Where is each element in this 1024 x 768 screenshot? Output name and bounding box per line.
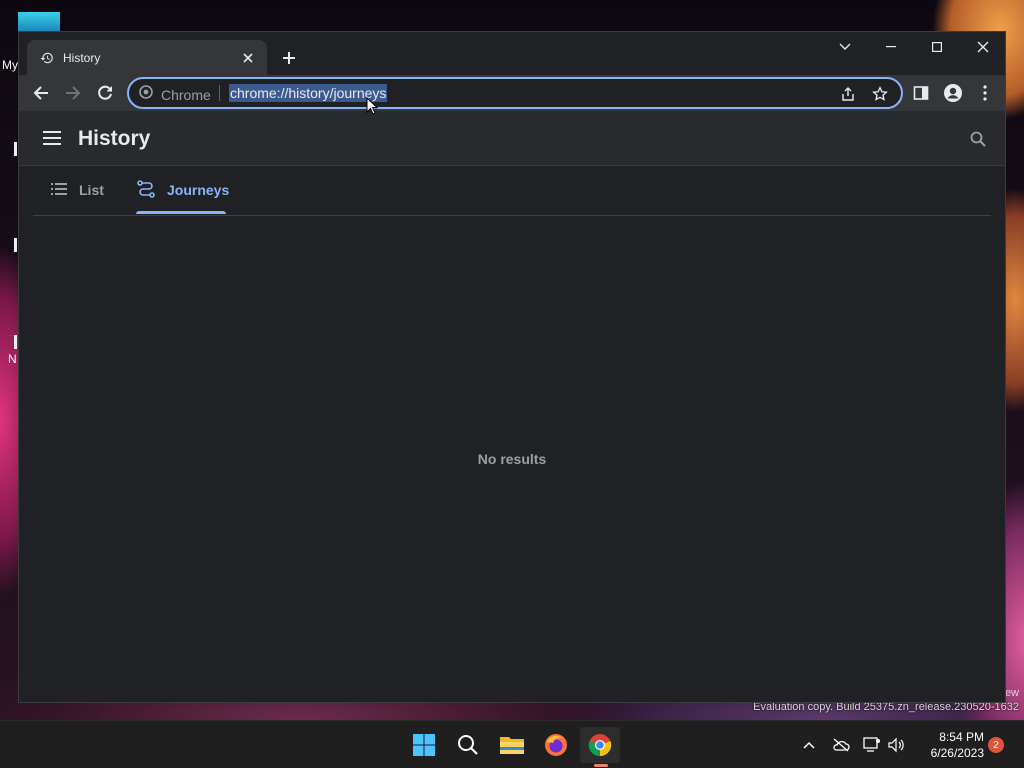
page-title: History xyxy=(78,127,151,150)
minimize-button[interactable] xyxy=(868,32,914,62)
side-panel-icon[interactable] xyxy=(907,79,935,107)
browser-window: History Chrome chrome://history/journeys… xyxy=(18,31,1006,703)
toolbar: Chrome chrome://history/journeys xyxy=(19,75,1005,111)
desktop-icon-fragment xyxy=(14,238,17,252)
desktop-label-fragment: ew xyxy=(1004,687,1019,699)
notification-badge[interactable]: 2 xyxy=(988,737,1004,753)
chrome-icon xyxy=(139,85,153,104)
close-window-button[interactable] xyxy=(960,32,1006,62)
back-button[interactable] xyxy=(27,79,55,107)
close-tab-icon[interactable] xyxy=(239,49,257,67)
tab-title: History xyxy=(63,50,101,65)
volume-icon[interactable] xyxy=(884,733,908,757)
desktop-label-fragment: N xyxy=(8,352,17,366)
search-icon[interactable] xyxy=(967,128,989,150)
network-icon[interactable] xyxy=(860,733,884,757)
tab-list-label: List xyxy=(79,182,104,198)
system-clock[interactable]: 8:54 PM 6/26/2023 xyxy=(912,729,984,761)
more-menu-icon[interactable] xyxy=(971,79,999,107)
site-chip-label: Chrome xyxy=(161,86,211,103)
site-chip[interactable]: Chrome xyxy=(139,85,211,104)
maximize-button[interactable] xyxy=(914,32,960,62)
show-hidden-icons-icon[interactable] xyxy=(797,733,821,757)
journeys-icon xyxy=(137,179,155,201)
chrome-icon[interactable] xyxy=(580,727,620,763)
forward-button[interactable] xyxy=(59,79,87,107)
firefox-icon[interactable] xyxy=(536,727,576,763)
file-explorer-icon[interactable] xyxy=(492,727,532,763)
menu-icon[interactable] xyxy=(43,128,63,148)
list-icon xyxy=(51,182,67,198)
page-header: History xyxy=(19,111,1005,166)
onedrive-offline-icon[interactable] xyxy=(829,733,853,757)
search-icon[interactable] xyxy=(448,727,488,763)
address-bar[interactable]: Chrome chrome://history/journeys xyxy=(127,77,903,109)
start-icon[interactable] xyxy=(404,727,444,763)
mouse-cursor-icon xyxy=(366,96,379,120)
tab-list[interactable]: List xyxy=(51,166,104,214)
taskbar: 8:54 PM 6/26/2023 2 xyxy=(0,720,1024,768)
desktop-icon-fragment xyxy=(14,142,17,156)
clock-date: 6/26/2023 xyxy=(930,746,984,760)
omnibox-divider xyxy=(219,85,220,101)
tab-journeys-label: Journeys xyxy=(167,182,230,198)
title-bar: History xyxy=(19,32,1005,75)
desktop-label-fragment: My xyxy=(2,58,18,72)
selected-tab-indicator xyxy=(136,211,226,214)
desktop-icon-fragment xyxy=(14,335,17,349)
new-tab-button[interactable] xyxy=(277,46,301,70)
tab-search-button[interactable] xyxy=(822,32,868,62)
history-page: History List Journeys No results xyxy=(19,111,1005,702)
profile-avatar-icon[interactable] xyxy=(939,79,967,107)
empty-state-message: No results xyxy=(477,451,547,467)
reload-button[interactable] xyxy=(91,79,119,107)
url-text[interactable]: chrome://history/journeys xyxy=(229,84,388,102)
active-app-indicator xyxy=(594,764,608,767)
tab-journeys[interactable]: Journeys xyxy=(137,166,229,214)
history-tabs: List Journeys xyxy=(33,166,991,216)
tab-history[interactable]: History xyxy=(27,40,267,75)
history-icon xyxy=(39,50,55,66)
clock-time: 8:54 PM xyxy=(939,730,984,744)
bookmark-star-icon[interactable] xyxy=(869,83,891,105)
desktop-icon[interactable] xyxy=(18,12,60,32)
share-icon[interactable] xyxy=(837,83,859,105)
